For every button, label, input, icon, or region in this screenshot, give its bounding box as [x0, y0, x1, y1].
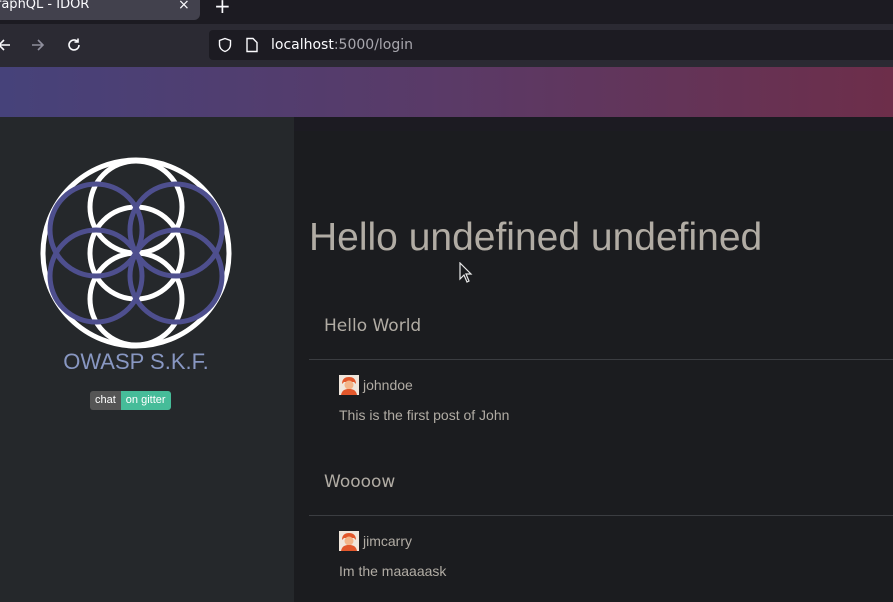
shield-icon[interactable]: [217, 37, 233, 58]
brand-title: OWASP S.K.F.: [63, 349, 209, 374]
main-content: Hello undefined undefined Hello World jo…: [294, 131, 893, 602]
browser-tab[interactable]: raphQL - IDOR ×: [0, 0, 200, 20]
post-body: Im the maaaaask: [339, 563, 447, 579]
post-author: johndoe: [363, 377, 413, 393]
sidebar: OWASP S.K.F. chat on gitter: [0, 117, 294, 602]
tab-strip: raphQL - IDOR × +: [0, 0, 893, 24]
post-body: This is the first post of John: [339, 407, 510, 423]
divider: [309, 515, 893, 516]
gitter-badge-label: on gitter: [120, 391, 171, 410]
url-text[interactable]: localhost:5000/login: [271, 37, 413, 53]
avatar-icon: [339, 531, 359, 551]
post-title: Hello World: [324, 316, 422, 336]
logo-icon: [38, 155, 234, 356]
divider: [309, 359, 893, 360]
tab-title: raphQL - IDOR: [0, 0, 90, 12]
url-host: localhost: [271, 37, 334, 53]
header-banner: [0, 67, 893, 117]
back-arrow-icon[interactable]: [0, 33, 16, 57]
post-title: Woooow: [324, 472, 396, 492]
close-tab-icon[interactable]: ×: [178, 0, 190, 13]
gitter-badge-chat: chat: [90, 391, 121, 410]
url-path: :5000/login: [333, 37, 414, 53]
post-author: jimcarry: [363, 533, 412, 549]
gitter-badge[interactable]: chat on gitter: [90, 391, 171, 410]
address-bar[interactable]: localhost:5000/login: [209, 30, 893, 60]
reload-icon[interactable]: [62, 33, 86, 57]
page-icon: [245, 37, 259, 58]
navigation-toolbar: localhost:5000/login: [0, 24, 893, 67]
mouse-cursor-icon: [459, 261, 473, 289]
new-tab-icon[interactable]: +: [214, 0, 231, 18]
forward-arrow-icon[interactable]: [26, 33, 50, 57]
page-title: Hello undefined undefined: [309, 216, 763, 259]
avatar-icon: [339, 375, 359, 395]
